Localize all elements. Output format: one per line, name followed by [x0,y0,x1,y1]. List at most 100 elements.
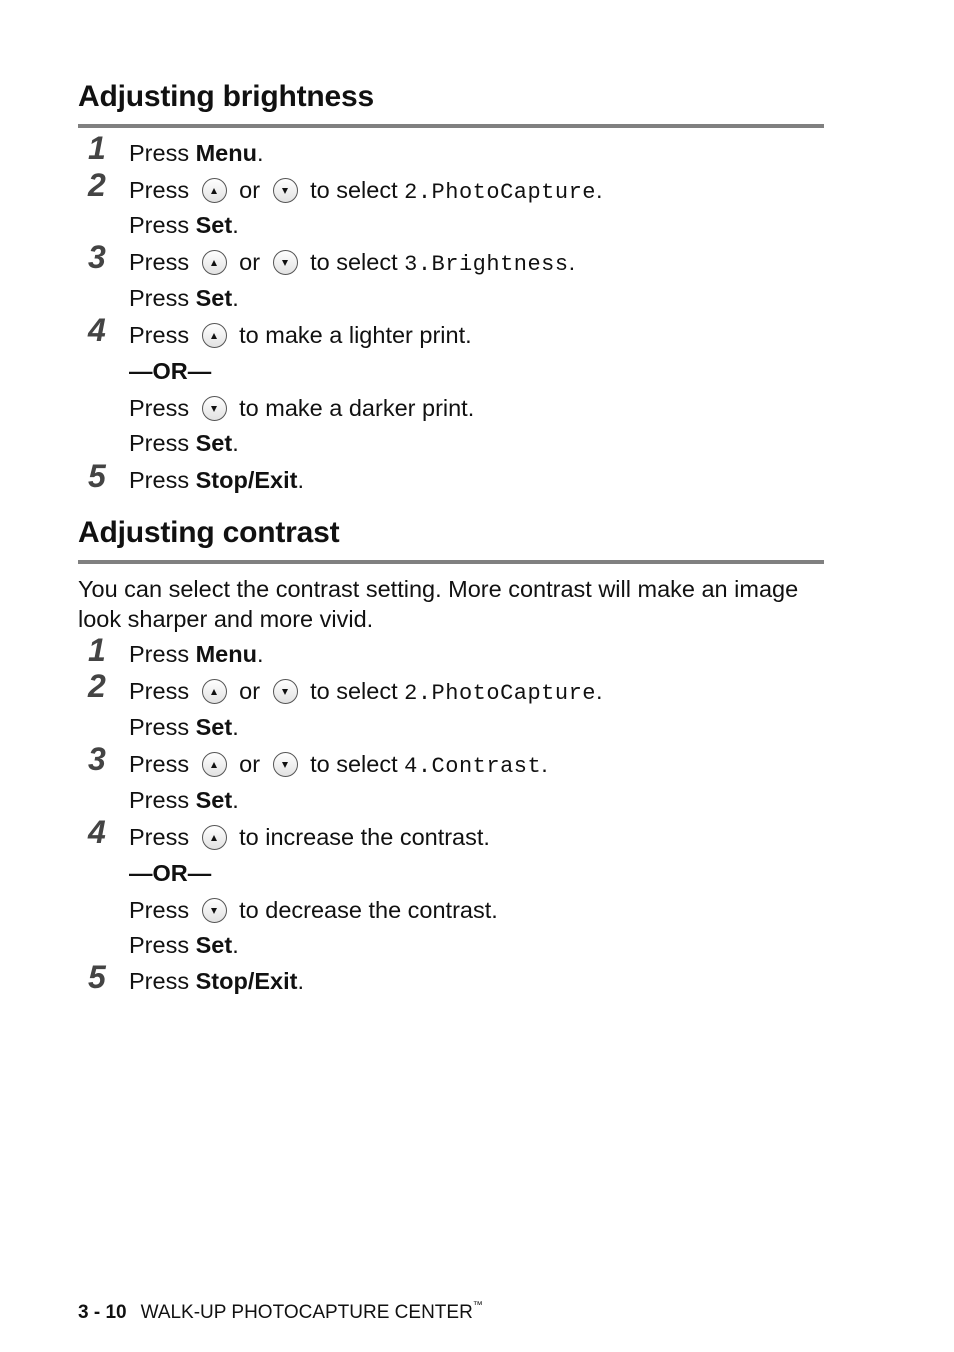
step-number: 5 [88,959,106,995]
step-text: . [232,430,239,456]
step-number: 1 [88,130,106,166]
step-text: . [232,212,239,238]
footer-title: WALK-UP PHOTOCAPTURE CENTER [140,1302,473,1323]
page-number: 3 - 10 [78,1302,127,1323]
step-line: Press Menu. [129,140,264,167]
step-text: Press [129,140,196,166]
step-line: Press Set. [129,932,239,959]
step-line: Press to decrease the contrast. [129,897,498,924]
step-text: Press [129,395,196,421]
step-text: to select [303,177,405,203]
down-arrow-key-icon [272,679,298,704]
step-line: Press Set. [129,714,239,741]
step-line: Press Stop/Exit. [129,968,304,995]
step-text: Press [129,249,196,275]
menu-value: 2.PhotoCapture [404,681,596,706]
key-name-set: Set [195,212,233,238]
step-text: Press [129,897,196,923]
step-text: Press [129,322,196,348]
step-text: or [232,751,267,777]
menu-value: 3.Brightness [404,252,569,277]
menu-value: 2.PhotoCapture [404,180,596,205]
or-divider: —OR— [129,358,212,384]
step-text: . [297,467,304,493]
step-text: to select [303,249,405,275]
page-footer: 3 - 10 WALK-UP PHOTOCAPTURE CENTER™ [78,1300,483,1324]
step-text: to select [303,751,405,777]
step-line: Press or to select 2.PhotoCapture. [129,678,603,706]
step-line: Press or to select 4.Contrast. [129,751,548,779]
step-text: . [232,932,239,958]
step-text: . [256,641,264,667]
key-name-menu: Menu [195,641,257,667]
step-text: . [297,968,304,994]
up-arrow-key-icon [201,178,227,203]
step-text: . [596,177,603,203]
step-text: Press [129,212,196,238]
step-text: Press [129,285,196,311]
step-text: Press [129,467,196,493]
step-text: or [232,678,267,704]
key-name-set: Set [195,430,233,456]
step-number: 3 [88,239,106,275]
down-arrow-key-icon [272,250,298,275]
intro-paragraph: You can select the contrast setting. Mor… [78,576,799,632]
section-divider [78,124,824,128]
step-text: Press [129,968,196,994]
step-line: Press Menu. [129,641,264,668]
step-line: Press Set. [129,430,239,457]
key-name-set: Set [195,285,233,311]
step-line: Press Stop/Exit. [129,467,304,494]
step-number: 4 [88,814,106,850]
up-arrow-key-icon [201,752,227,777]
step-text: to decrease the contrast. [232,897,498,923]
step-number: 2 [88,668,106,704]
key-name-set: Set [195,932,233,958]
up-arrow-key-icon [201,250,227,275]
down-arrow-key-icon [201,898,227,923]
step-line: Press Set. [129,212,239,239]
menu-value: 4.Contrast [404,754,542,779]
section-divider [78,560,824,564]
step-line: Press or to select 3.Brightness. [129,249,575,277]
down-arrow-key-icon [272,178,298,203]
step-text: or [232,249,267,275]
step-text: or [232,177,267,203]
up-arrow-key-icon [201,825,227,850]
down-arrow-key-icon [272,752,298,777]
step-text: Press [129,641,196,667]
step-number: 1 [88,632,106,668]
key-name-stop-exit: Stop/Exit [195,467,298,493]
key-name-stop-exit: Stop/Exit [195,968,298,994]
step-number: 2 [88,167,106,203]
step-text: to increase the contrast. [232,824,490,850]
step-text: . [232,787,239,813]
step-text: . [596,678,603,704]
step-line: Press to make a lighter print. [129,322,472,349]
step-text: to make a darker print. [232,395,475,421]
or-divider: —OR— [129,860,212,886]
step-text: . [256,140,264,166]
step-number: 4 [88,312,106,348]
step-text: Press [129,824,196,850]
step-text: Press [129,430,196,456]
key-name-menu: Menu [195,140,257,166]
section-title-contrast: Adjusting contrast [78,516,340,549]
step-number: 3 [88,741,106,777]
step-text: Press [129,932,196,958]
step-text: . [541,751,548,777]
step-text: . [568,249,576,275]
step-text: . [232,714,239,740]
step-line: Press Set. [129,285,239,312]
step-line: Press or to select 2.PhotoCapture. [129,177,603,205]
step-text: . [232,285,239,311]
step-text: to select [303,678,405,704]
step-line: Press Set. [129,787,239,814]
key-name-set: Set [195,787,233,813]
step-line: Press to make a darker print. [129,395,474,422]
step-number: 5 [88,458,106,494]
down-arrow-key-icon [201,396,227,421]
step-line: Press to increase the contrast. [129,824,490,851]
up-arrow-key-icon [201,323,227,348]
trademark-symbol: ™ [472,1300,483,1311]
